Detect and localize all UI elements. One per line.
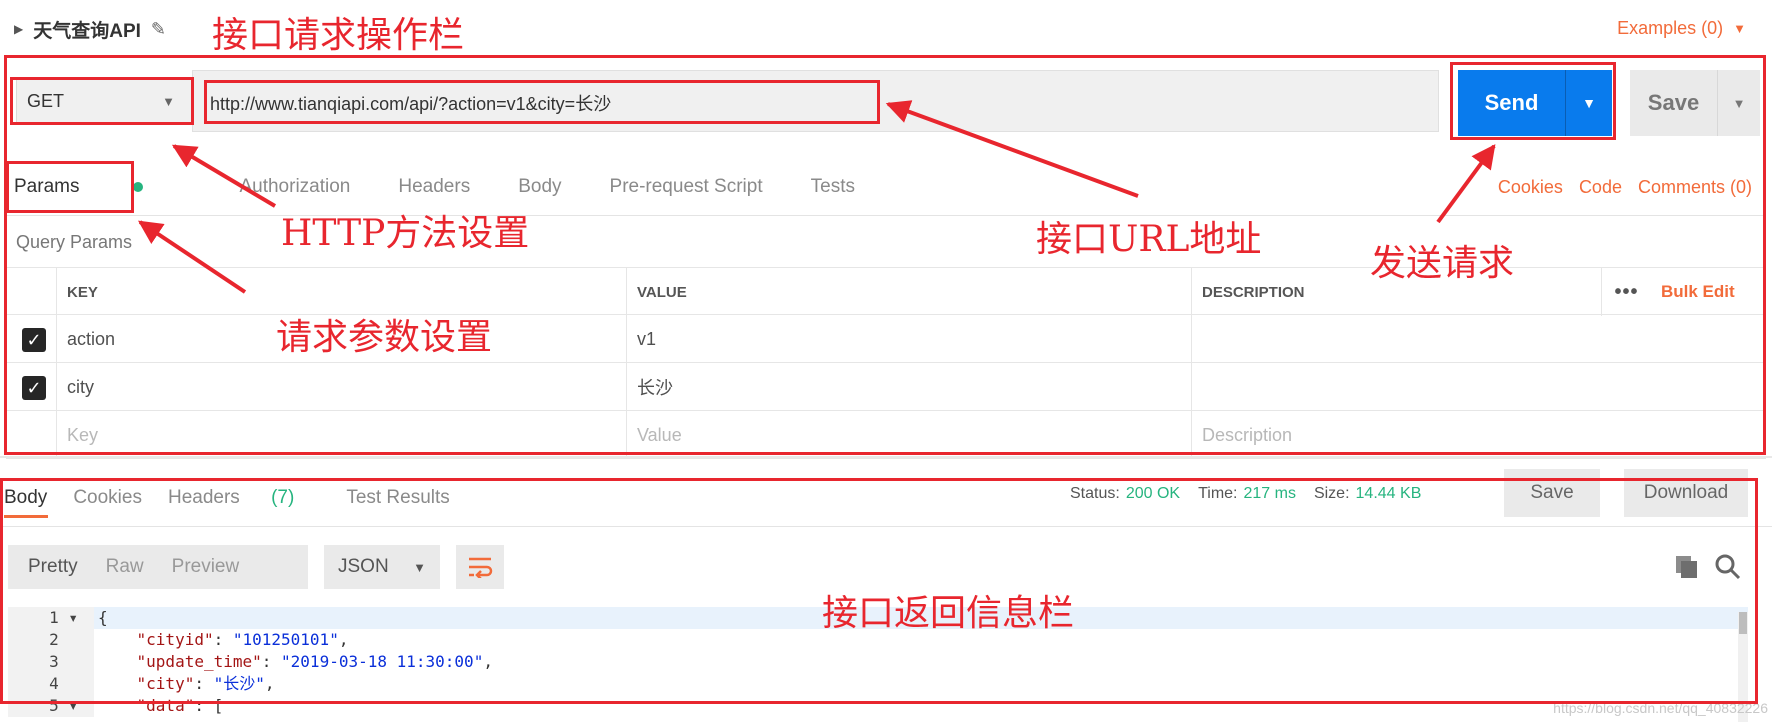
send-arrow xyxy=(1436,144,1496,224)
url-arrow xyxy=(885,100,1139,198)
params-arrow xyxy=(138,220,247,294)
annotation-url: 接口URL地址 xyxy=(1036,219,1262,260)
method-arrow xyxy=(171,144,277,208)
annotation-params: 请求参数设置 xyxy=(276,317,493,358)
annotation-toolbar: 接口请求操作栏 xyxy=(212,15,465,56)
annotation-send: 发送请求 xyxy=(1370,243,1515,284)
annotation-response: 接口返回信息栏 xyxy=(822,593,1075,634)
annotation-method: HTTP方法设置 xyxy=(281,213,530,254)
